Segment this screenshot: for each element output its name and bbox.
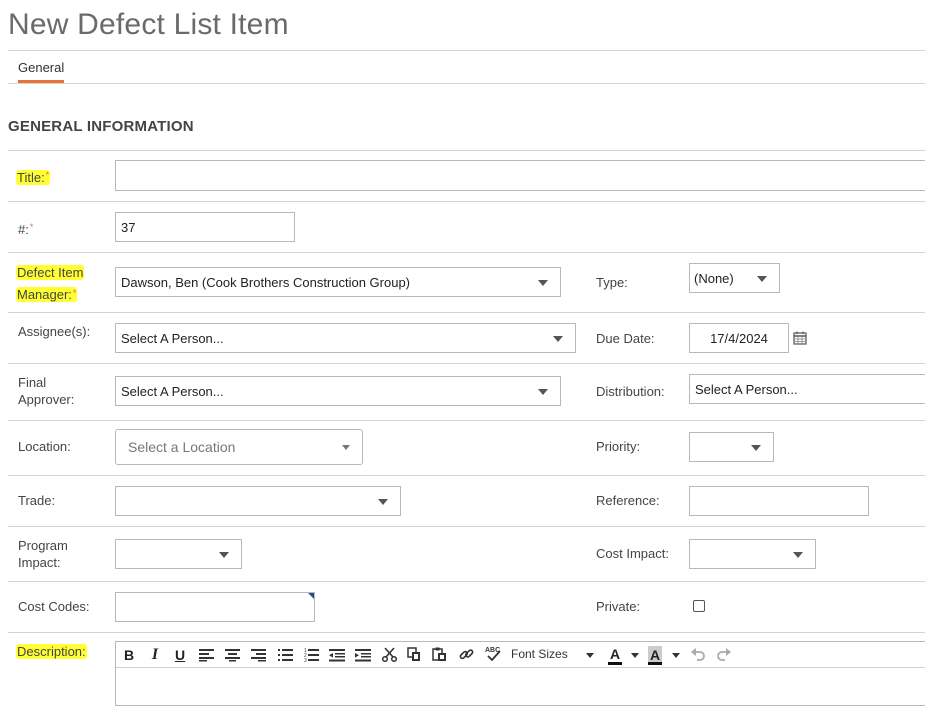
svg-text:3: 3 — [304, 658, 307, 662]
number-label: #:* — [18, 222, 34, 237]
assignees-placeholder: Select A Person... — [121, 330, 224, 346]
reference-input[interactable] — [689, 486, 869, 516]
number-value: 37 — [121, 219, 136, 235]
row-divider — [8, 526, 925, 527]
distribution-placeholder: Select A Person... — [695, 381, 798, 397]
trade-label: Trade: — [18, 493, 56, 508]
row-divider — [8, 363, 925, 364]
bold-button[interactable]: B — [121, 646, 137, 664]
assignees-label: Assignee(s): — [18, 324, 91, 339]
section-title: GENERAL INFORMATION — [8, 118, 194, 135]
row-divider — [8, 581, 925, 582]
align-left-icon[interactable] — [199, 648, 214, 662]
row-divider — [8, 420, 925, 421]
spellcheck-icon[interactable]: ABC — [485, 645, 501, 662]
redo-icon[interactable] — [717, 648, 731, 661]
indent-icon[interactable] — [355, 648, 371, 662]
align-right-icon[interactable] — [251, 648, 266, 662]
cost-codes-label: Cost Codes: — [18, 599, 90, 614]
underline-button[interactable]: U — [172, 646, 188, 664]
final-approver-placeholder: Select A Person... — [121, 383, 224, 399]
tab-general[interactable]: General — [18, 60, 64, 75]
align-center-icon[interactable] — [225, 648, 240, 662]
italic-button[interactable]: I — [147, 646, 163, 664]
due-date-input[interactable]: 17/4/2024 — [689, 323, 789, 353]
program-impact-label: Program Impact: — [18, 538, 68, 570]
outdent-icon[interactable] — [329, 648, 345, 662]
calendar-icon[interactable] — [793, 331, 807, 345]
chevron-down-icon[interactable] — [672, 653, 680, 658]
manager-select[interactable]: Dawson, Ben (Cook Brothers Construction … — [115, 267, 561, 297]
distribution-select[interactable]: Select A Person... — [689, 374, 925, 404]
row-divider — [8, 150, 925, 151]
page-title: New Defect List Item — [8, 8, 289, 41]
chevron-down-icon[interactable] — [631, 653, 639, 658]
background-color-swatch — [648, 662, 662, 665]
type-value: (None) — [694, 271, 734, 286]
cost-impact-label: Cost Impact: — [596, 546, 669, 561]
type-select[interactable]: (None) — [689, 263, 780, 293]
type-label: Type: — [596, 275, 628, 290]
manager-label: Defect Item Manager:* — [16, 265, 85, 302]
numbered-list-icon[interactable]: 1 2 3 — [304, 647, 319, 662]
assignees-select[interactable]: Select A Person... — [115, 323, 576, 353]
final-approver-label: Final Approver: — [18, 375, 75, 407]
chevron-down-icon — [757, 276, 767, 282]
chevron-down-icon — [342, 445, 350, 450]
distribution-label: Distribution: — [596, 384, 665, 399]
paste-icon[interactable] — [432, 647, 447, 662]
priority-label: Priority: — [596, 439, 641, 454]
final-approver-select[interactable]: Select A Person... — [115, 376, 561, 406]
editor-toolbar-divider — [116, 667, 925, 668]
due-date-value: 17/4/2024 — [710, 330, 768, 346]
font-color-swatch — [608, 662, 622, 665]
location-select[interactable]: Select a Location — [115, 429, 363, 465]
corner-marker-icon — [308, 593, 314, 599]
due-date-label: Due Date: — [596, 331, 655, 346]
trade-select[interactable] — [115, 486, 401, 516]
number-input[interactable]: 37 — [115, 212, 295, 242]
location-placeholder: Select a Location — [128, 439, 236, 455]
font-sizes-select[interactable]: Font Sizes — [511, 647, 568, 661]
title-input[interactable] — [115, 160, 925, 191]
chevron-down-icon[interactable] — [586, 653, 594, 658]
row-divider — [8, 252, 925, 253]
chevron-down-icon — [553, 336, 563, 342]
private-label: Private: — [596, 599, 641, 614]
undo-icon[interactable] — [691, 648, 705, 661]
chevron-down-icon — [751, 445, 761, 451]
row-divider — [8, 632, 925, 633]
priority-select[interactable] — [689, 432, 774, 462]
cost-impact-select[interactable] — [689, 539, 816, 569]
row-divider — [8, 201, 925, 202]
cost-codes-input[interactable] — [115, 592, 315, 622]
title-divider — [8, 50, 925, 51]
location-label: Location: — [18, 439, 71, 454]
chevron-down-icon — [538, 389, 548, 395]
row-divider — [8, 312, 925, 313]
scissors-icon[interactable] — [382, 647, 397, 662]
private-checkbox[interactable] — [693, 600, 705, 612]
description-label: Description: — [16, 644, 87, 659]
link-icon[interactable] — [459, 647, 474, 662]
chevron-down-icon — [793, 552, 803, 558]
chevron-down-icon — [219, 552, 229, 558]
copy-icon[interactable] — [407, 647, 422, 662]
row-divider — [8, 475, 925, 476]
program-impact-select[interactable] — [115, 539, 242, 569]
reference-label: Reference: — [596, 493, 660, 508]
tabs-divider — [8, 83, 925, 84]
chevron-down-icon — [378, 499, 388, 505]
manager-value: Dawson, Ben (Cook Brothers Construction … — [121, 274, 411, 290]
title-label: Title:* — [16, 170, 51, 185]
bullet-list-icon[interactable] — [278, 648, 293, 662]
chevron-down-icon — [538, 280, 548, 286]
